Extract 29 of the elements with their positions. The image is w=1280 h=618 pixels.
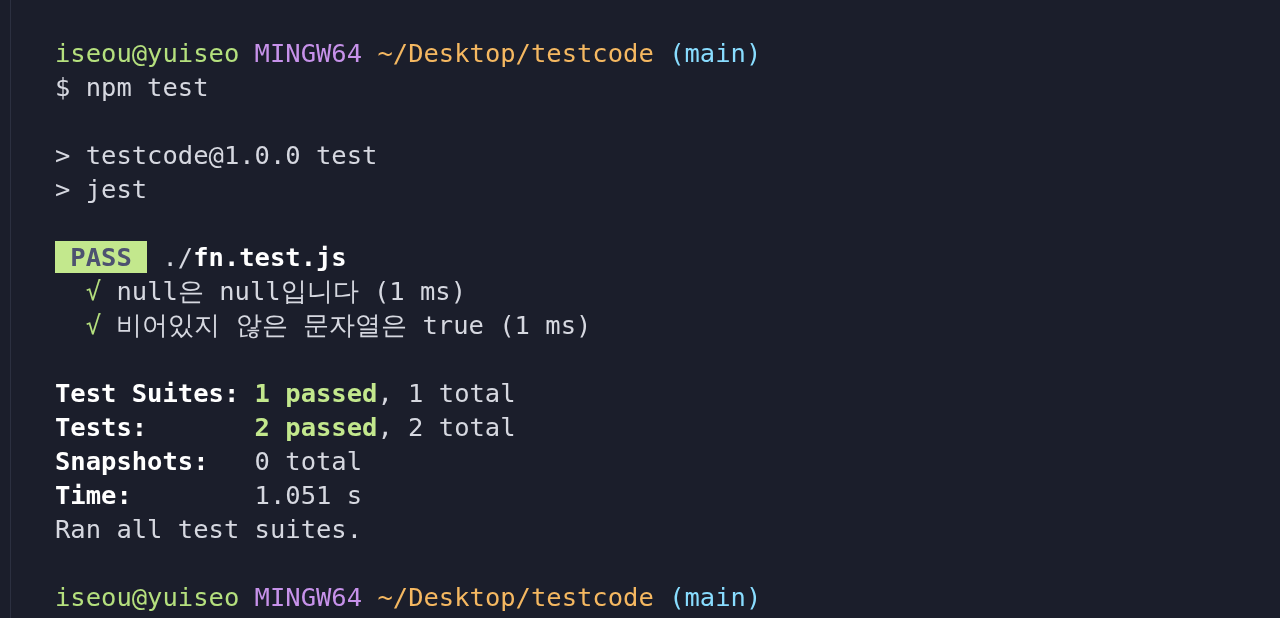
check-mark: √	[85, 310, 102, 340]
summary-label: Snapshots:	[55, 445, 210, 478]
output-text: > testcode@1.0.0 test	[55, 140, 378, 170]
output-text: Ran all test suites.	[55, 514, 363, 544]
prompt-host: MINGW64	[254, 582, 363, 612]
summary-label: Time:	[55, 479, 133, 512]
summary-label: Tests:	[55, 411, 149, 444]
check-mark: √	[85, 276, 102, 306]
output-text: ./	[162, 242, 194, 272]
summary-label: Test Suites:	[55, 377, 241, 410]
prompt-user: iseou@yuiseo	[55, 38, 240, 68]
output-text: null은 null입니다 (1 ms)	[116, 276, 467, 306]
output-text: > jest	[55, 174, 148, 204]
output-text: 1.051 s	[254, 480, 363, 510]
output-text: 비어있지 않은 문자열은 true (1 ms)	[116, 310, 592, 340]
total-count: , 1 total	[377, 378, 516, 408]
pass-badge: PASS	[55, 241, 148, 273]
output-text: 0 total	[254, 446, 363, 476]
file-name: fn.test.js	[193, 242, 347, 272]
command-text: $ npm test	[55, 72, 209, 102]
total-count: , 2 total	[377, 412, 516, 442]
prompt-host: MINGW64	[254, 38, 363, 68]
prompt-path: ~/Desktop/testcode	[377, 38, 654, 68]
prompt-branch: (main)	[669, 582, 762, 612]
passed-count: 2 passed	[254, 412, 378, 442]
prompt-path: ~/Desktop/testcode	[377, 582, 654, 612]
passed-count: 1 passed	[254, 378, 378, 408]
prompt-user: iseou@yuiseo	[55, 582, 240, 612]
prompt-branch: (main)	[669, 38, 762, 68]
